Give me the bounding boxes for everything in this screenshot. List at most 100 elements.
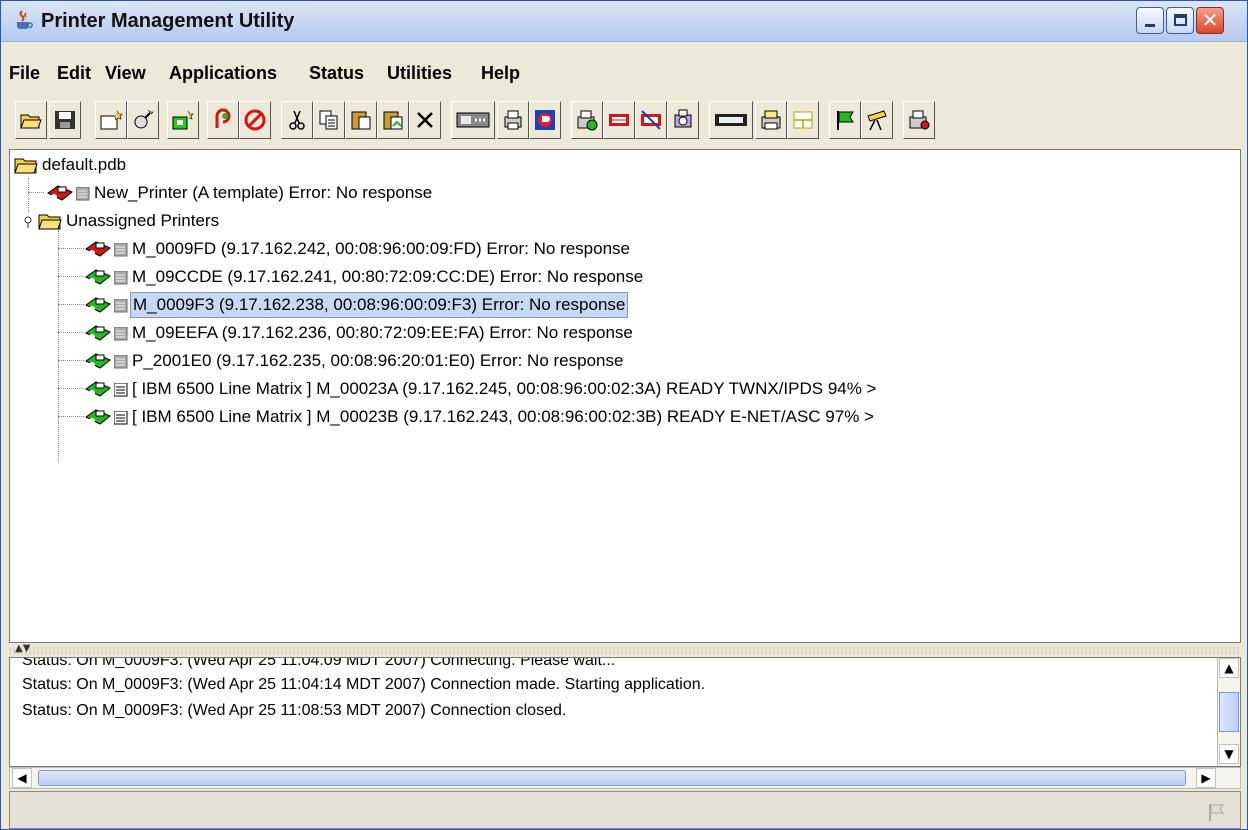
firmware-icon: [535, 110, 555, 130]
log-vertical-scrollbar[interactable]: ▲ ▼: [1217, 658, 1240, 766]
window-title: Printer Management Utility: [41, 10, 295, 32]
cut-button[interactable]: [281, 101, 313, 139]
menu-view[interactable]: View: [105, 63, 146, 84]
menu-file[interactable]: File: [9, 63, 40, 84]
device-icon: [114, 243, 128, 257]
line-matrix-device-icon: [114, 411, 128, 425]
new-group-icon: [172, 110, 194, 130]
clear-error-button[interactable]: [635, 101, 667, 139]
paste-button[interactable]: [345, 101, 377, 139]
cut-icon: [289, 110, 305, 130]
scroll-thumb[interactable]: [38, 770, 1186, 786]
scroll-thumb[interactable]: [1219, 692, 1239, 732]
collapse-arrows-icon[interactable]: ▲▼: [15, 643, 30, 654]
minimize-icon: [1145, 24, 1155, 27]
printer-status-icon: [577, 110, 598, 131]
title-bar[interactable]: Printer Management Utility ✕: [1, 1, 1247, 42]
minimize-button[interactable]: [1136, 7, 1164, 34]
split-button[interactable]: [787, 101, 819, 139]
device-icon: [114, 271, 128, 285]
device-icon: [76, 187, 90, 201]
tree-item-label: P_2001E0 (9.17.162.235, 00:08:96:20:01:E…: [132, 351, 624, 370]
scroll-down-icon[interactable]: ▼: [1219, 744, 1239, 764]
scroll-up-icon[interactable]: ▲: [1219, 658, 1239, 678]
test-print-icon: [609, 114, 629, 126]
stop-button[interactable]: [239, 101, 271, 139]
display-icon: [715, 114, 747, 126]
menu-edit[interactable]: Edit: [57, 63, 91, 84]
printer-info-button[interactable]: [755, 101, 787, 139]
telescope-icon: [867, 110, 887, 131]
delete-icon: [417, 112, 433, 128]
folder-open-icon: [14, 158, 38, 174]
menu-status[interactable]: Status: [309, 63, 364, 84]
refresh-button[interactable]: [207, 101, 239, 139]
paste-icon: [351, 111, 371, 130]
menu-utilities[interactable]: Utilities: [387, 63, 452, 84]
refresh-icon: [215, 108, 231, 128]
printer-ok-icon: [85, 325, 111, 341]
menu-applications[interactable]: Applications: [169, 63, 277, 84]
device-icon: [114, 299, 128, 313]
save-icon: [55, 111, 75, 129]
discover-icon: [134, 109, 154, 129]
status-log[interactable]: Status: On M_0009F3: (Wed Apr 25 11:04:0…: [9, 657, 1241, 767]
printer-tree[interactable]: default.pdb New_Printer (A template) Err…: [9, 149, 1241, 643]
printer-error-icon: [47, 185, 73, 201]
copy-button[interactable]: [313, 101, 345, 139]
status-bar: [9, 791, 1241, 829]
new-printer-icon: [100, 110, 123, 130]
new-group-button[interactable]: [167, 101, 199, 139]
save-button[interactable]: [49, 101, 81, 139]
printer-report-icon: [909, 110, 930, 130]
tree-group-label: Unassigned Printers: [66, 211, 220, 230]
display-button[interactable]: [709, 101, 753, 139]
open-icon: [20, 114, 42, 129]
device-icon: [114, 355, 128, 369]
firmware-button[interactable]: [529, 101, 561, 139]
close-button[interactable]: ✕: [1196, 7, 1224, 34]
clear-error-icon: [641, 110, 661, 130]
new-printer-button[interactable]: [95, 101, 127, 139]
paste-special-button[interactable]: [377, 101, 409, 139]
settings-button[interactable]: [667, 101, 699, 139]
open-button[interactable]: [15, 101, 47, 139]
go-flag-icon: [837, 111, 854, 130]
split-pane-divider[interactable]: ▲▼: [9, 643, 1241, 655]
control-panel-button[interactable]: [451, 101, 495, 139]
java-cup-icon: [17, 10, 33, 29]
log-line: Status: On M_0009F3: (Wed Apr 25 11:08:5…: [22, 702, 567, 719]
paste-special-icon: [383, 111, 403, 130]
tree-item-label: M_0009FD (9.17.162.242, 00:08:96:00:09:F…: [132, 239, 631, 258]
log-line: Status: On M_0009F3: (Wed Apr 25 11:04:1…: [22, 676, 706, 693]
printer-ok-icon: [85, 409, 111, 425]
scroll-left-icon[interactable]: ◀: [12, 768, 32, 788]
expand-handle-icon[interactable]: [22, 216, 34, 228]
printer-report-button[interactable]: [903, 101, 935, 139]
tree-item-label: New_Printer (A template) Error: No respo…: [94, 183, 433, 202]
stop-icon: [244, 109, 266, 131]
go-flag-button[interactable]: [829, 101, 861, 139]
tree-item-label: [ IBM 6500 Line Matrix ] M_00023A (9.17.…: [132, 379, 877, 398]
telescope-button[interactable]: [861, 101, 893, 139]
printer-ok-icon: [85, 269, 111, 285]
test-print-button[interactable]: [603, 101, 635, 139]
printer-config-button[interactable]: [497, 101, 529, 139]
delete-button[interactable]: [409, 101, 441, 139]
printer-ok-icon: [85, 381, 111, 397]
scroll-right-icon[interactable]: ▶: [1196, 768, 1216, 788]
printer-info-icon: [761, 110, 781, 130]
close-icon: ✕: [1201, 8, 1219, 32]
discover-button[interactable]: [127, 101, 159, 139]
flag-icon: [1209, 804, 1224, 821]
maximize-icon: [1174, 14, 1187, 26]
log-horizontal-scrollbar[interactable]: ◀ ▶: [9, 767, 1241, 789]
tree-item-label: M_0009F3 (9.17.162.238, 00:08:96:00:09:F…: [130, 292, 629, 318]
menu-help[interactable]: Help: [481, 63, 520, 84]
tree-item-label: M_09CCDE (9.17.162.241, 00:80:72:09:CC:D…: [132, 267, 644, 286]
line-matrix-device-icon: [114, 383, 128, 397]
device-icon: [114, 327, 128, 341]
printer-status-button[interactable]: [571, 101, 603, 139]
copy-icon: [319, 110, 338, 130]
maximize-button[interactable]: [1166, 7, 1194, 34]
